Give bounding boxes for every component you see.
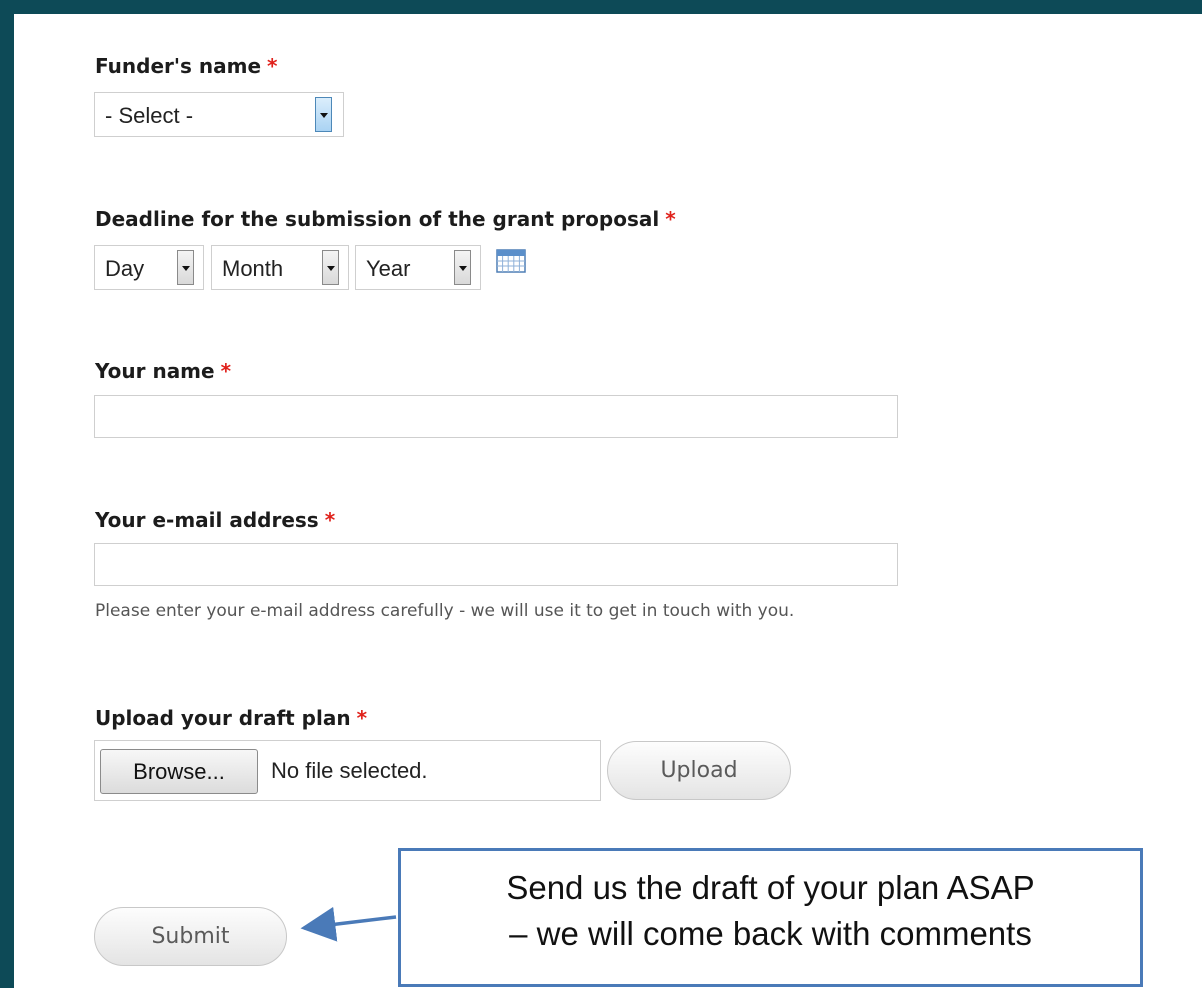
callout-line-2: – we will come back with comments xyxy=(509,915,1032,952)
callout-line-1: Send us the draft of your plan ASAP xyxy=(506,869,1035,906)
callout-box: Send us the draft of your plan ASAP – we… xyxy=(398,848,1143,987)
form-panel: Funder's name * - Select - Deadline for t… xyxy=(14,14,1202,988)
callout-arrow xyxy=(300,906,397,942)
